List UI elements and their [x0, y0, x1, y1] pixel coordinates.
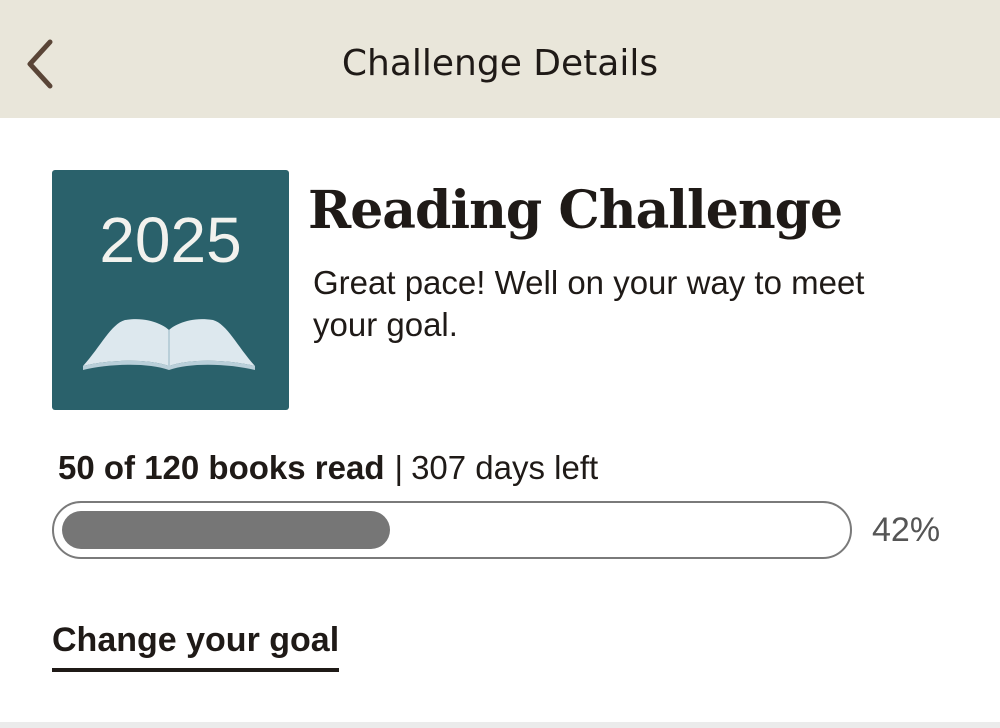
- progress-bar: [52, 501, 852, 559]
- progress-summary: 50 of 120 books read | 307 days left: [58, 446, 598, 490]
- progress-bar-fill: [62, 511, 390, 549]
- challenge-badge: 2025: [52, 170, 289, 410]
- open-book-icon: [83, 319, 255, 370]
- top-navigation-bar: Challenge Details: [0, 0, 1000, 118]
- bottom-divider: [0, 722, 1000, 728]
- challenge-details-content: 2025 Reading Challenge Great pace! Well …: [0, 118, 1000, 722]
- challenge-title: Reading Challenge: [308, 180, 843, 241]
- days-left: 307 days left: [411, 449, 599, 486]
- challenge-status-message: Great pace! Well on your way to meet you…: [313, 264, 865, 343]
- progress-percent: 42%: [872, 511, 941, 549]
- page-title: Challenge Details: [341, 43, 659, 84]
- badge-year: 2025: [99, 204, 242, 276]
- summary-separator: |: [394, 449, 404, 486]
- change-goal-link[interactable]: Change your goal: [52, 618, 340, 672]
- books-read-count: 50 of 120 books read: [58, 449, 385, 486]
